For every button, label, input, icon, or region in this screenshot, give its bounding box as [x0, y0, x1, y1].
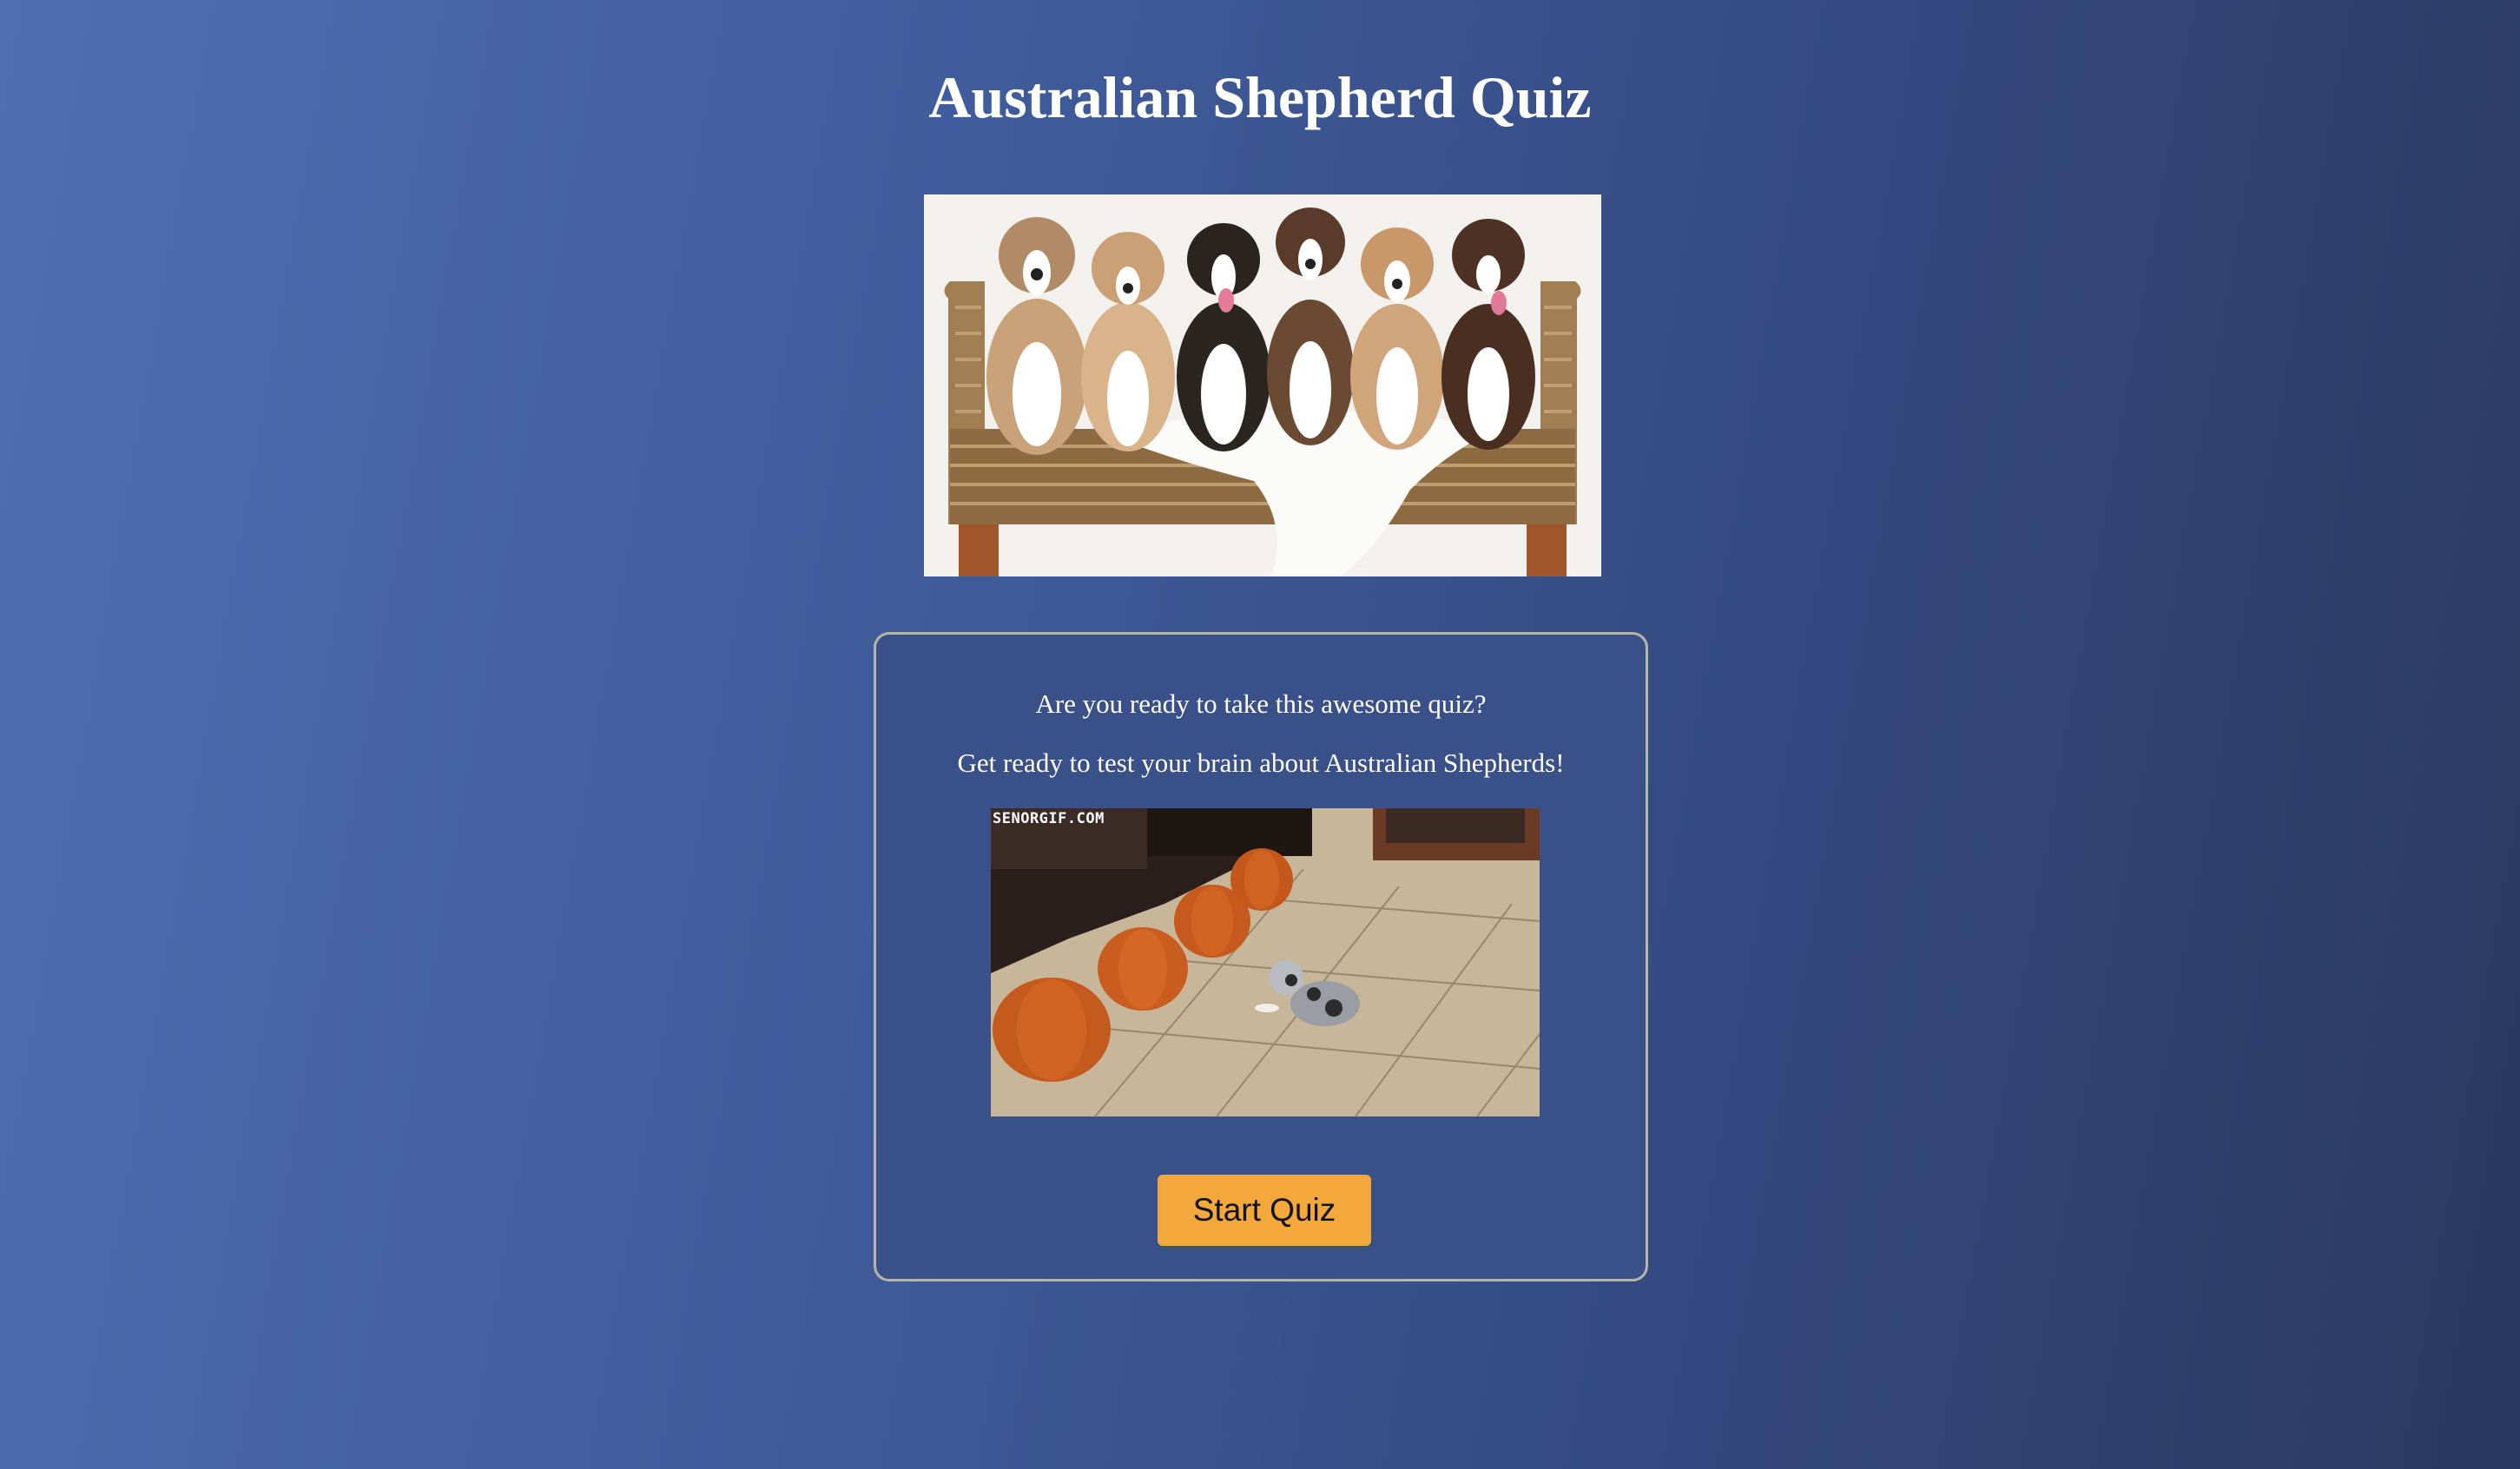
page-title: Australian Shepherd Quiz	[928, 64, 1592, 130]
quiz-intro-card: Are you ready to take this awesome quiz?…	[874, 632, 1648, 1281]
intro-subtitle-text: Get ready to test your brain about Austr…	[957, 748, 1565, 778]
puppy-pumpkins-gif: SENORGIF.COM	[991, 808, 1540, 1117]
puppies-on-wicker-bench-image	[924, 194, 1601, 576]
intro-question-text: Are you ready to take this awesome quiz?	[1035, 688, 1487, 719]
start-quiz-button[interactable]: Start Quiz	[1158, 1175, 1371, 1246]
gif-watermark-text: SENORGIF.COM	[993, 810, 1105, 827]
